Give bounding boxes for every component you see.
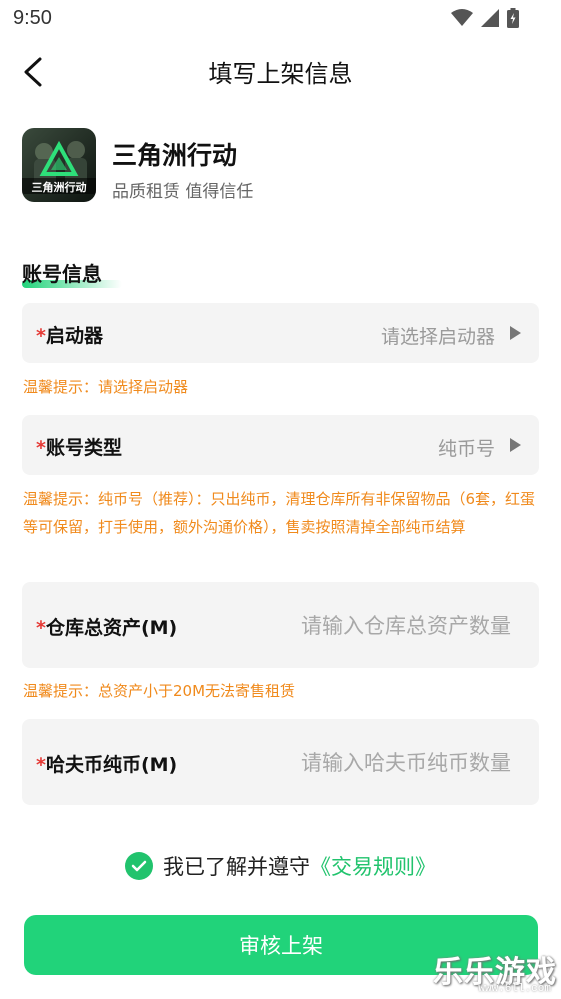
hafu-coin-input[interactable]	[251, 747, 511, 779]
trade-rules-link[interactable]: 《交易规则》	[310, 851, 436, 881]
agreement-row: 我已了解并遵守 《交易规则》	[0, 850, 561, 882]
game-logo: 三角洲行动	[22, 128, 96, 202]
game-subtitle: 品质租赁 值得信任	[112, 182, 254, 202]
status-bar: 9:50	[0, 0, 561, 38]
launcher-label: *启动器	[36, 321, 103, 348]
agreement-text: 我已了解并遵守	[163, 855, 310, 879]
triangle-right-icon	[510, 438, 521, 452]
warehouse-assets-input[interactable]	[251, 610, 511, 642]
account-type-label: *账号类型	[36, 433, 122, 460]
required-mark: *	[36, 325, 46, 347]
wifi-icon	[451, 9, 473, 26]
required-mark: *	[36, 617, 46, 639]
warehouse-assets-label: *仓库总资产(M)	[36, 613, 177, 640]
check-icon	[131, 860, 147, 872]
page-title: 填写上架信息	[208, 60, 353, 88]
account-type-label-text: 账号类型	[45, 437, 122, 459]
watermark-sub: www.6ll.com	[478, 983, 551, 995]
warehouse-tip: 温馨提示：总资产小于20M无法寄售租赁	[23, 682, 296, 700]
status-icons	[451, 8, 519, 28]
game-card: 三角洲行动 三角洲行动 品质租赁 值得信任	[22, 128, 542, 204]
account-type-tip: 温馨提示：纯币号（推荐）：只出纯币，清理仓库所有非保留物品（6套，红蛋等可保留，…	[23, 490, 536, 536]
game-logo-text: 三角洲行动	[31, 181, 87, 194]
launcher-value: 请选择启动器	[380, 326, 495, 348]
hafu-coin-field: *哈夫币纯币(M)	[22, 719, 539, 805]
nav-bar: 填写上架信息	[0, 40, 561, 104]
launcher-label-text: 启动器	[45, 325, 103, 347]
hafu-coin-label-text: 哈夫币纯币(M)	[45, 754, 178, 776]
account-type-select[interactable]: *账号类型 纯币号	[22, 415, 539, 475]
required-mark: *	[36, 437, 46, 459]
required-mark: *	[36, 754, 46, 776]
warehouse-assets-label-text: 仓库总资产(M)	[45, 617, 178, 639]
account-type-value: 纯币号	[437, 438, 495, 460]
status-time: 9:50	[13, 7, 52, 29]
triangle-right-icon	[510, 326, 521, 340]
signal-icon	[481, 9, 499, 27]
launcher-select[interactable]: *启动器 请选择启动器	[22, 303, 539, 363]
agreement-checkbox[interactable]	[125, 852, 153, 880]
battery-icon	[507, 8, 519, 28]
watermark: 乐乐游戏 www.6ll.com	[433, 947, 557, 997]
hafu-coin-label: *哈夫币纯币(M)	[36, 750, 177, 777]
warehouse-assets-field: *仓库总资产(M)	[22, 582, 539, 668]
section-title: 账号信息	[22, 262, 102, 286]
launcher-tip: 温馨提示：请选择启动器	[23, 378, 189, 396]
game-name: 三角洲行动	[112, 141, 238, 170]
